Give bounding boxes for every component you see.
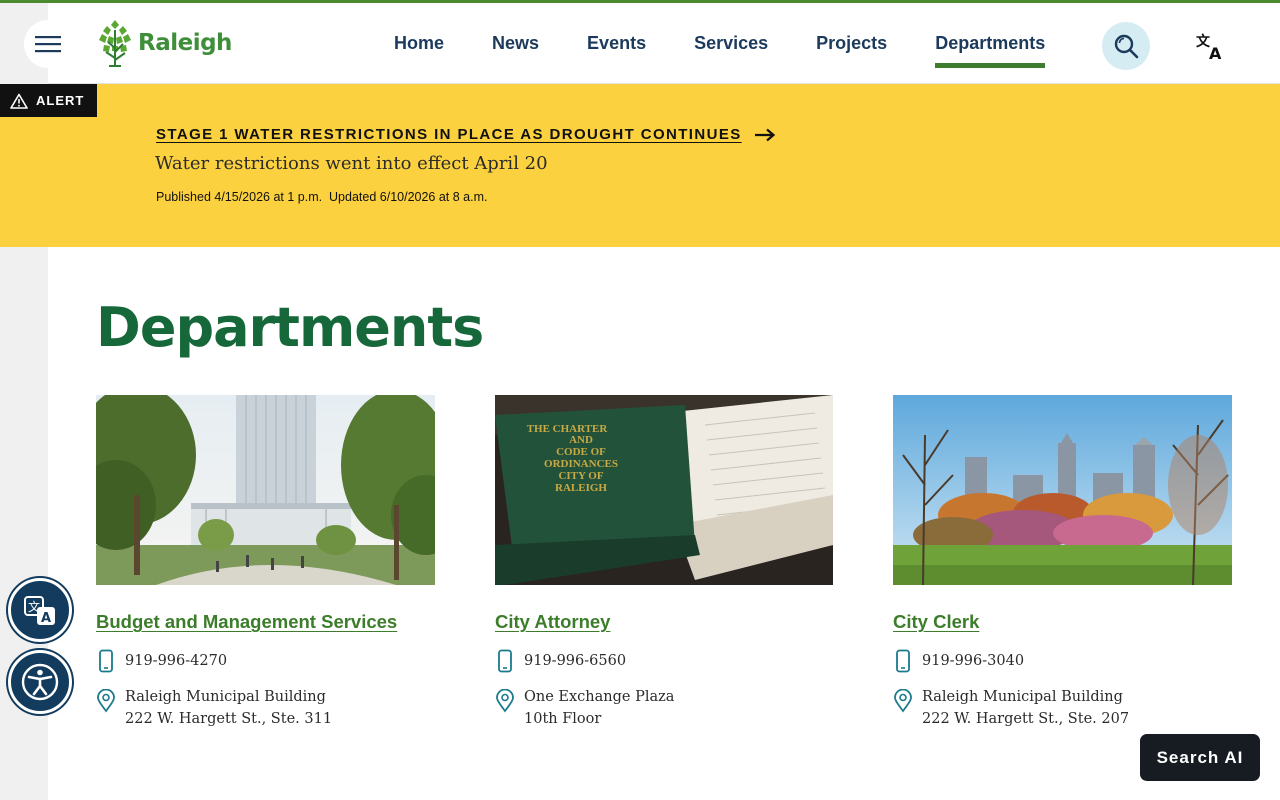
search-button[interactable]: [1102, 22, 1150, 70]
department-image-building[interactable]: [96, 395, 435, 585]
map-pin-icon: [894, 689, 912, 713]
nav-projects[interactable]: Projects: [816, 23, 887, 67]
map-pin-icon: [97, 689, 115, 713]
alert-tag-label: ALERT: [36, 93, 85, 108]
nav-news[interactable]: News: [492, 23, 539, 67]
book-title-line-4: ORDINANCES: [544, 458, 618, 470]
department-phone: 919-996-3040: [893, 649, 1232, 673]
address-line-1: Raleigh Municipal Building: [922, 689, 1123, 705]
department-card: Budget and Management Services 919-996-4…: [96, 395, 435, 727]
nav-home[interactable]: Home: [394, 23, 444, 67]
department-image-skyline[interactable]: [893, 395, 1232, 585]
department-address: One Exchange Plaza 10th Floor: [495, 689, 833, 727]
address-line-2: 10th Floor: [524, 711, 602, 727]
logo-text: Raleigh: [138, 30, 232, 56]
nav-services[interactable]: Services: [694, 23, 768, 67]
mobile-phone-icon: [99, 649, 113, 673]
search-ai-button[interactable]: Search AI: [1140, 734, 1260, 781]
alert-headline-link[interactable]: STAGE 1 WATER RESTRICTIONS IN PLACE AS D…: [156, 126, 742, 143]
department-card: THE CHARTER AND CODE OF ORDINANCES CITY …: [495, 395, 833, 727]
page-title: Departments: [96, 296, 484, 359]
oak-tree-logo-icon: [99, 20, 131, 67]
department-image-charter-book[interactable]: THE CHARTER AND CODE OF ORDINANCES CITY …: [495, 395, 833, 585]
department-card: City Clerk 919-996-3040 Raleigh Municipa…: [893, 395, 1232, 727]
translate-widget-button[interactable]: 文 A: [8, 578, 72, 642]
alert-headline[interactable]: STAGE 1 WATER RESTRICTIONS IN PLACE AS D…: [156, 126, 776, 143]
accessibility-button[interactable]: [8, 650, 72, 714]
book-title-line-1: THE CHARTER: [527, 423, 609, 435]
phone-number: 919-996-4270: [125, 653, 228, 669]
warning-triangle-icon: [10, 93, 28, 109]
department-link[interactable]: City Clerk: [893, 611, 979, 633]
book-title-line-2: AND: [569, 434, 593, 446]
address-line-1: One Exchange Plaza: [524, 689, 675, 705]
nav-events[interactable]: Events: [587, 23, 646, 67]
department-phone: 919-996-4270: [96, 649, 435, 673]
department-link[interactable]: City Attorney: [495, 611, 610, 633]
mobile-phone-icon: [896, 649, 910, 673]
alert-banner: ALERT STAGE 1 WATER RESTRICTIONS IN PLAC…: [0, 84, 1280, 247]
address-line-2: 222 W. Hargett St., Ste. 207: [922, 711, 1130, 727]
book-title-line-5: CITY OF: [558, 470, 603, 482]
hamburger-icon: [35, 36, 61, 53]
menu-button[interactable]: [24, 20, 72, 68]
main-nav: Home News Events Services Projects Depar…: [394, 23, 1046, 68]
department-address: Raleigh Municipal Building 222 W. Harget…: [96, 689, 435, 727]
book-title-line-6: RALEIGH: [555, 482, 607, 494]
alert-tag: ALERT: [0, 84, 97, 117]
site-logo[interactable]: Raleigh: [96, 17, 232, 69]
map-pin-icon: [496, 689, 514, 713]
address-line-2: 222 W. Hargett St., Ste. 311: [125, 711, 333, 727]
mobile-phone-icon: [498, 649, 512, 673]
translate-icon: 文 A: [1196, 33, 1222, 60]
phone-number: 919-996-6560: [524, 653, 627, 669]
department-address: Raleigh Municipal Building 222 W. Harget…: [893, 689, 1232, 727]
book-title-line-3: CODE OF: [556, 446, 606, 458]
arrow-right-icon: [754, 128, 775, 141]
translate-button[interactable]: 文 A: [1190, 28, 1230, 64]
phone-number: 919-996-3040: [922, 653, 1025, 669]
search-icon: [1114, 34, 1139, 59]
alert-timestamps: Published 4/15/2026 at 1 p.m. Updated 6/…: [156, 190, 488, 204]
nav-departments[interactable]: Departments: [935, 23, 1046, 68]
svg-text:A: A: [41, 611, 51, 626]
translate-icon: 文 A: [24, 596, 55, 626]
site-header: Raleigh Home News Events Services Projec…: [24, 3, 1280, 84]
svg-text:A: A: [1209, 44, 1222, 60]
department-link[interactable]: Budget and Management Services: [96, 611, 397, 633]
alert-subtitle: Water restrictions went into effect Apri…: [155, 153, 548, 174]
department-phone: 919-996-6560: [495, 649, 833, 673]
address-line-1: Raleigh Municipal Building: [125, 689, 326, 705]
accessibility-icon: [21, 663, 59, 701]
